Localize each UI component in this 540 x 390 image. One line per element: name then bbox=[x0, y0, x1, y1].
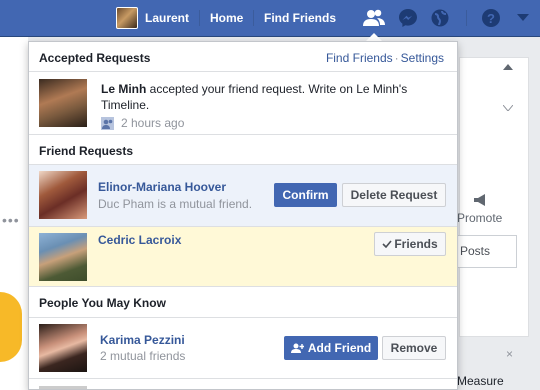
friend-request-row: Elinor-Mariana Hoover Duc Pham is a mutu… bbox=[29, 165, 457, 227]
avatar[interactable] bbox=[39, 233, 87, 281]
close-icon[interactable]: × bbox=[506, 347, 513, 361]
suggestion-name[interactable]: Karima Pezzini bbox=[100, 333, 185, 347]
add-friend-icon bbox=[290, 343, 304, 353]
remove-button[interactable]: Remove bbox=[382, 336, 446, 360]
divider bbox=[466, 10, 467, 26]
accepted-requests-header: Accepted Requests Find Friends · Settings bbox=[29, 42, 457, 72]
requester-name[interactable]: Elinor-Mariana Hoover bbox=[98, 180, 226, 194]
top-bar: Laurent Home Find Friends ? bbox=[0, 0, 540, 37]
settings-link[interactable]: Settings bbox=[401, 51, 444, 65]
avatar[interactable] bbox=[39, 171, 87, 219]
add-friend-button[interactable]: Add Friend bbox=[284, 336, 378, 360]
check-icon bbox=[382, 240, 392, 248]
avatar bbox=[116, 7, 138, 29]
promote-label[interactable]: Promote bbox=[457, 211, 502, 225]
suggestion-row: Karima Pezzini 2 mutual friends Add Frie… bbox=[29, 318, 457, 379]
section-title: People You May Know bbox=[39, 296, 166, 310]
delete-request-button[interactable]: Delete Request bbox=[342, 183, 446, 207]
section-title: Friend Requests bbox=[39, 144, 134, 158]
requester-name[interactable]: Cedric Lacroix bbox=[98, 233, 181, 247]
right-column: Promote Posts × Measure bbox=[457, 47, 529, 390]
add-friend-label: Add Friend bbox=[307, 341, 372, 355]
friend-requests-dropdown: Accepted Requests Find Friends · Settings … bbox=[28, 41, 458, 390]
pymk-header: People You May Know bbox=[29, 287, 457, 318]
notification-text: Le Minh accepted your friend request. Wr… bbox=[101, 81, 421, 113]
avatar[interactable] bbox=[39, 79, 87, 127]
divider bbox=[199, 10, 200, 26]
friends-label: Friends bbox=[394, 237, 438, 251]
svg-text:?: ? bbox=[487, 11, 495, 26]
find-friends-link[interactable]: Find Friends bbox=[264, 11, 336, 25]
right-card bbox=[459, 57, 529, 337]
avatar[interactable] bbox=[39, 324, 87, 372]
dropdown-caret bbox=[366, 33, 382, 41]
timestamp: 2 hours ago bbox=[121, 116, 185, 130]
profile-link[interactable]: Laurent bbox=[116, 6, 189, 30]
megaphone-icon bbox=[474, 194, 485, 206]
friend-request-row: Cedric Lacroix Friends bbox=[29, 227, 457, 287]
posts-button[interactable]: Posts bbox=[457, 235, 517, 268]
left-column: ••• bbox=[0, 37, 28, 390]
profile-name: Laurent bbox=[145, 11, 190, 25]
confirm-button[interactable]: Confirm bbox=[274, 183, 337, 207]
help-icon[interactable]: ? bbox=[480, 7, 502, 29]
more-options-icon[interactable]: ••• bbox=[2, 212, 20, 228]
messenger-icon[interactable] bbox=[397, 7, 419, 29]
list-item[interactable]: Le Minh accepted your friend request. Wr… bbox=[29, 72, 457, 135]
friend-requests-header: Friend Requests bbox=[29, 135, 457, 165]
avatar[interactable] bbox=[39, 386, 87, 389]
chevron-down-icon[interactable] bbox=[512, 7, 534, 29]
notifications-globe-icon[interactable] bbox=[429, 7, 451, 29]
collapse-icon[interactable] bbox=[503, 64, 513, 70]
divider bbox=[253, 10, 254, 26]
timestamp-row: 2 hours ago bbox=[101, 116, 184, 130]
section-title: Accepted Requests bbox=[39, 51, 151, 65]
home-link[interactable]: Home bbox=[210, 11, 243, 25]
measure-label: Measure bbox=[457, 374, 504, 388]
friends-status-button[interactable]: Friends bbox=[374, 232, 446, 256]
friends-icon bbox=[101, 116, 114, 130]
person-name[interactable]: Le Minh bbox=[101, 82, 146, 96]
mutual-friends-text: Duc Pham is a mutual friend. bbox=[98, 197, 253, 211]
message: accepted your friend request. Write on L… bbox=[101, 82, 408, 112]
decorative-shape bbox=[0, 292, 22, 362]
mutual-friends-text: 2 mutual friends bbox=[100, 349, 186, 363]
friend-requests-icon[interactable] bbox=[363, 7, 385, 29]
separator: · bbox=[394, 51, 399, 65]
chevron-down-icon[interactable] bbox=[503, 105, 513, 111]
find-friends-link[interactable]: Find Friends bbox=[326, 51, 393, 65]
